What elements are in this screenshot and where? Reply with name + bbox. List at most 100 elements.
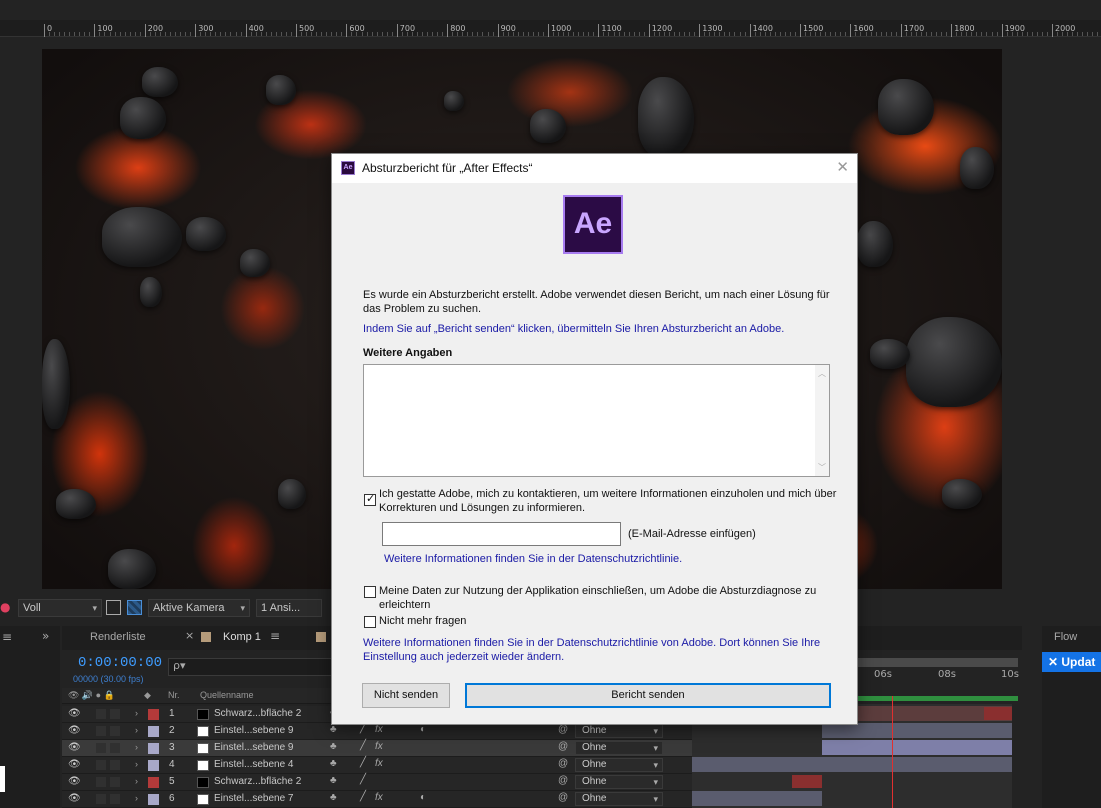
details-textarea[interactable]: ︿ ﹀: [363, 364, 830, 477]
contact-checkbox[interactable]: [364, 492, 376, 506]
label-color[interactable]: [148, 743, 159, 754]
color-wheel-icon[interactable]: ●: [0, 600, 10, 614]
layer-bar-segment[interactable]: [984, 707, 1012, 720]
email-field[interactable]: [382, 522, 621, 546]
quality-icon[interactable]: ╱: [360, 791, 366, 802]
parent-select[interactable]: Ohne ▾: [575, 758, 663, 772]
parent-select[interactable]: Ohne ▾: [575, 724, 663, 738]
parent-select[interactable]: Ohne ▾: [575, 741, 663, 755]
pickwhip-icon[interactable]: @: [558, 792, 568, 803]
shy-icon[interactable]: ♣: [330, 758, 337, 769]
layer-row[interactable]: 👁 › 6 Einstel...sebene 7 ♣ ╱ fx ◐ @ Ohne ▾: [62, 791, 692, 808]
tab-renderliste[interactable]: Renderliste: [90, 631, 146, 643]
lock-toggle[interactable]: [110, 743, 120, 753]
label-color[interactable]: [148, 794, 159, 805]
adjustment-layer-icon[interactable]: ◐: [420, 724, 426, 735]
expand-arrow-icon[interactable]: ›: [135, 725, 138, 735]
privacy-link-adobe[interactable]: Weitere Informationen finden Sie in der …: [363, 637, 833, 664]
layer-bar[interactable]: [822, 723, 1012, 738]
visibility-eye-icon[interactable]: 👁: [68, 725, 81, 736]
layer-name[interactable]: Einstel...sebene 9: [214, 742, 294, 753]
tab-komp-1[interactable]: Komp 1: [223, 631, 261, 643]
views-select[interactable]: 1 Ansi...: [256, 599, 322, 617]
label-color[interactable]: [148, 709, 159, 720]
layer-search-input[interactable]: ρ▾: [168, 658, 332, 676]
visibility-eye-icon[interactable]: 👁: [68, 742, 81, 753]
layer-bar-segment[interactable]: [792, 775, 822, 788]
expand-arrow-icon[interactable]: ›: [135, 708, 138, 718]
shy-icon[interactable]: ♣: [330, 775, 337, 786]
visibility-eye-icon[interactable]: 👁: [68, 776, 81, 787]
expand-arrow-icon[interactable]: ›: [135, 742, 138, 752]
visibility-eye-icon[interactable]: 👁: [68, 793, 81, 804]
column-source-name[interactable]: Quellenname: [200, 690, 254, 700]
layer-row[interactable]: 👁 › 3 Einstel...sebene 9 ♣ ╱ fx @ Ohne ▾: [62, 740, 692, 757]
close-icon[interactable]: ×: [185, 629, 194, 642]
solo-toggle[interactable]: [96, 760, 106, 770]
tab-flow[interactable]: Flow: [1054, 631, 1077, 643]
include-data-checkbox[interactable]: [364, 586, 376, 598]
visibility-eye-icon[interactable]: 👁: [68, 708, 81, 719]
dont-send-button[interactable]: Nicht senden: [362, 683, 450, 708]
layer-name[interactable]: Schwarz...bfläche 2: [214, 708, 301, 719]
quality-icon[interactable]: ╱: [360, 757, 366, 768]
label-color[interactable]: [148, 777, 159, 788]
solo-toggle[interactable]: [96, 726, 106, 736]
update-button[interactable]: ✕ Updat: [1042, 652, 1101, 672]
layer-name[interactable]: Einstel...sebene 4: [214, 759, 294, 770]
pickwhip-icon[interactable]: @: [558, 741, 568, 752]
effects-icon[interactable]: fx: [375, 724, 383, 735]
solo-toggle[interactable]: [96, 709, 106, 719]
panel-menu-icon[interactable]: ≡: [2, 630, 12, 644]
layer-bar[interactable]: [692, 791, 822, 806]
pickwhip-icon[interactable]: @: [558, 775, 568, 786]
close-icon[interactable]: ✕: [836, 158, 849, 176]
dont-ask-label[interactable]: Nicht mehr fragen: [379, 615, 466, 629]
camera-select[interactable]: Aktive Kamera ▾: [148, 599, 250, 617]
label-color[interactable]: [148, 760, 159, 771]
scroll-up-icon[interactable]: ︿: [818, 368, 826, 379]
quality-icon[interactable]: ╱: [360, 740, 366, 751]
lock-toggle[interactable]: [110, 726, 120, 736]
layer-name[interactable]: Einstel...sebene 7: [214, 793, 294, 804]
scroll-down-icon[interactable]: ﹀: [818, 462, 826, 473]
layer-bar[interactable]: [822, 740, 1012, 755]
layer-bar[interactable]: [692, 757, 1012, 772]
parent-select[interactable]: Ohne ▾: [575, 792, 663, 806]
region-of-interest-icon[interactable]: [106, 600, 121, 615]
dont-ask-checkbox[interactable]: [364, 616, 376, 628]
solo-toggle[interactable]: [96, 794, 106, 804]
textarea-scrollbar[interactable]: ︿ ﹀: [815, 365, 829, 476]
quality-icon[interactable]: ╱: [360, 774, 366, 785]
shy-icon[interactable]: ♣: [330, 724, 337, 735]
expand-panels-icon[interactable]: »: [42, 629, 49, 643]
solo-toggle[interactable]: [96, 743, 106, 753]
current-time-display[interactable]: 0:00:00:00: [78, 655, 162, 671]
privacy-link[interactable]: Weitere Informationen finden Sie in der …: [384, 553, 682, 567]
adjustment-layer-icon[interactable]: ◐: [420, 792, 426, 803]
lock-toggle[interactable]: [110, 777, 120, 787]
effects-icon[interactable]: fx: [375, 758, 383, 769]
effects-icon[interactable]: fx: [375, 792, 383, 803]
lock-toggle[interactable]: [110, 794, 120, 804]
lock-toggle[interactable]: [110, 709, 120, 719]
layer-row[interactable]: 👁 › 2 Einstel...sebene 9 ♣ ╱ fx ◐ @ Ohne ▾: [62, 723, 692, 740]
pickwhip-icon[interactable]: @: [558, 724, 568, 735]
expand-arrow-icon[interactable]: ›: [135, 776, 138, 786]
layer-name[interactable]: Einstel...sebene 9: [214, 725, 294, 736]
expand-arrow-icon[interactable]: ›: [135, 759, 138, 769]
contact-label[interactable]: Ich gestatte Adobe, mich zu kontaktieren…: [379, 488, 839, 515]
dialog-title-bar[interactable]: Ae Absturzbericht für „After Effects“ ✕: [332, 154, 857, 183]
layer-row[interactable]: 👁 › 4 Einstel...sebene 4 ♣ ╱ fx @ Ohne ▾: [62, 757, 692, 774]
visibility-eye-icon[interactable]: 👁: [68, 759, 81, 770]
resolution-select[interactable]: Voll ▾: [18, 599, 102, 617]
shy-icon[interactable]: ♣: [330, 741, 337, 752]
expand-arrow-icon[interactable]: ›: [135, 793, 138, 803]
playhead[interactable]: [892, 696, 893, 808]
send-report-button[interactable]: Bericht senden: [465, 683, 831, 708]
solo-toggle[interactable]: [96, 777, 106, 787]
layer-name[interactable]: Schwarz...bfläche 2: [214, 776, 301, 787]
shy-icon[interactable]: ♣: [330, 792, 337, 803]
layer-row[interactable]: 👁 › 5 Schwarz...bfläche 2 ♣ ╱ @ Ohne ▾: [62, 774, 692, 791]
include-data-label[interactable]: Meine Daten zur Nutzung der Applikation …: [379, 585, 829, 612]
